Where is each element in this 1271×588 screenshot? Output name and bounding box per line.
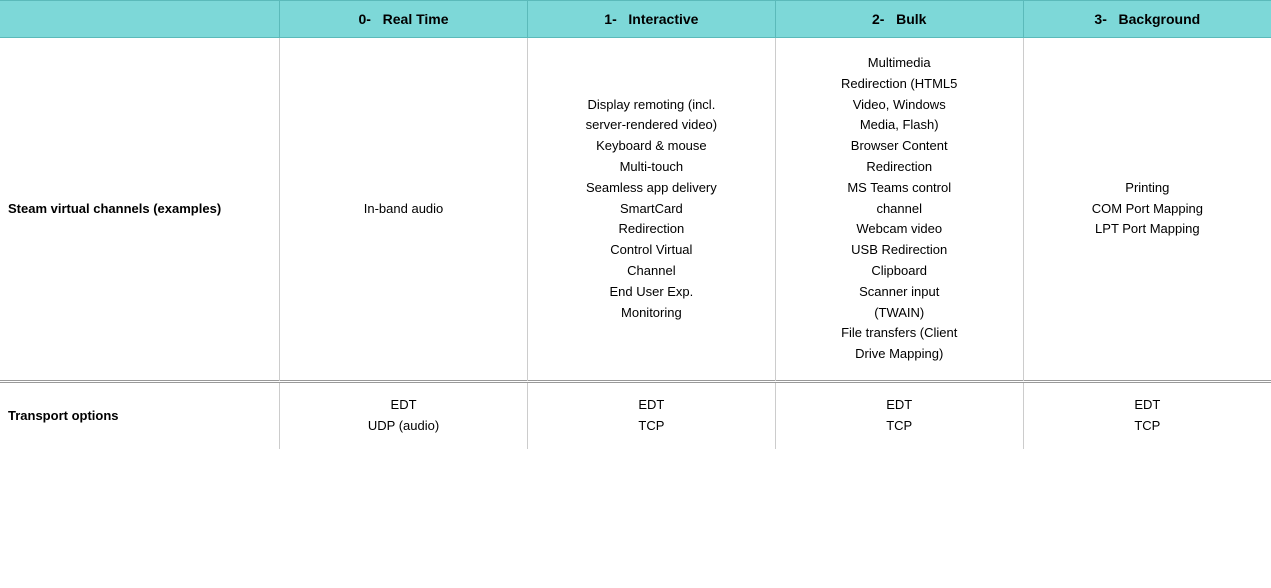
transport-col1: EDTTCP — [527, 382, 775, 448]
col3-label: Background — [1119, 11, 1201, 27]
transport-col0: EDTUDP (audio) — [280, 382, 528, 448]
transport-row: Transport options EDTUDP (audio) EDTTCP … — [0, 382, 1271, 448]
header-col2: 2- Bulk — [775, 1, 1023, 38]
channels-col0: In-band audio — [280, 38, 528, 381]
header-col-row-label — [0, 1, 280, 38]
transport-col3: EDTTCP — [1023, 382, 1271, 448]
channels-col2: Multimedia Redirection (HTML5 Video, Win… — [775, 38, 1023, 381]
col1-label: Interactive — [628, 11, 698, 27]
channels-row: Steam virtual channels (examples) In-ban… — [0, 38, 1271, 381]
col2-num: 2- — [872, 11, 884, 27]
transport-col2: EDTTCP — [775, 382, 1023, 448]
channels-col1: Display remoting (incl.server-rendered v… — [527, 38, 775, 381]
col1-num: 1- — [604, 11, 616, 27]
header-col1: 1- Interactive — [527, 1, 775, 38]
col3-num: 3- — [1094, 11, 1106, 27]
channels-col3: Printing COM Port Mapping LPT Port Mappi… — [1023, 38, 1271, 381]
header-row: 0- Real Time 1- Interactive 2- Bulk 3- — [0, 1, 1271, 38]
col2-label: Bulk — [896, 11, 926, 27]
channels-row-label: Steam virtual channels (examples) — [0, 38, 280, 381]
transport-row-label: Transport options — [0, 382, 280, 448]
header-col3: 3- Background — [1023, 1, 1271, 38]
header-col0: 0- Real Time — [280, 1, 528, 38]
col0-label: Real Time — [383, 11, 449, 27]
col0-num: 0- — [359, 11, 371, 27]
